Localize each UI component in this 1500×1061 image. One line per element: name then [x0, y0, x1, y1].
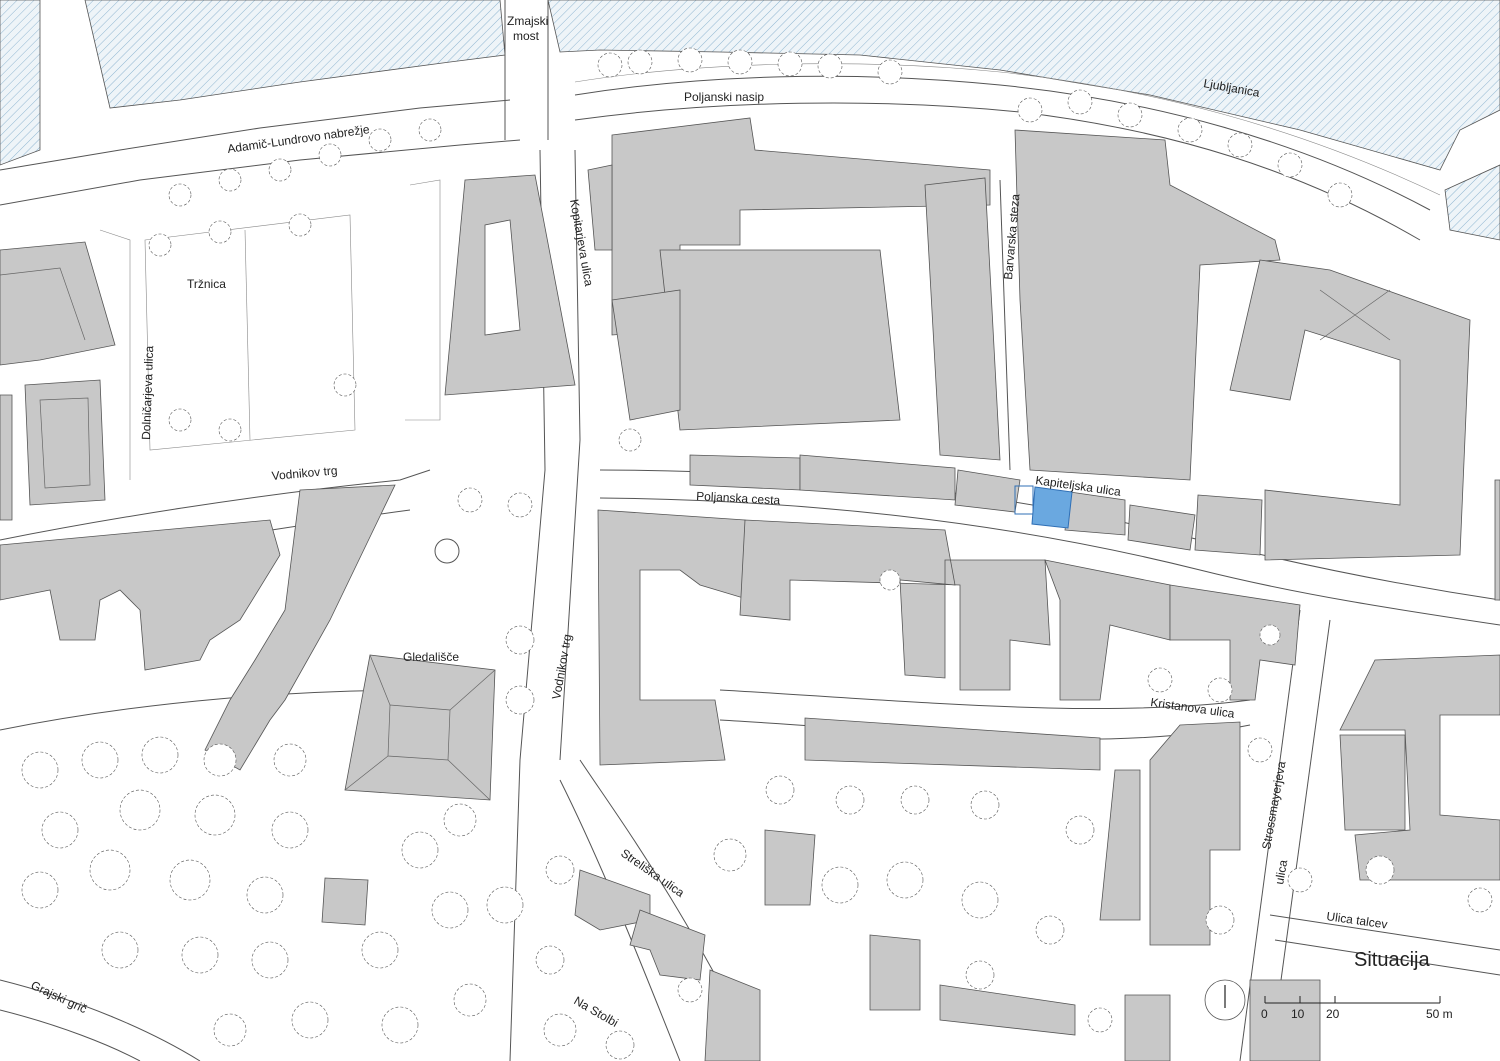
label-na-stolbi: Na Stolbi — [572, 993, 621, 1029]
buildings — [0, 117, 1500, 1061]
scale-tick-20: 20 — [1326, 1007, 1340, 1021]
label-vodnikov-trg-2: Vodnikov trg — [549, 633, 574, 700]
label-gledalisce: Gledališče — [403, 650, 459, 664]
map-title: Situacija — [1354, 949, 1430, 971]
north-arrow-icon — [1204, 979, 1246, 1021]
fountain — [434, 538, 460, 564]
label-zmajski: Zmajski — [507, 14, 548, 28]
scale-tick-0: 0 — [1261, 1007, 1268, 1021]
label-poljanski-nasip: Poljanski nasip — [684, 90, 764, 104]
label-trznica: Tržnica — [187, 277, 226, 291]
label-ulica: ulica — [1272, 858, 1290, 885]
label-poljanska: Poljanska cesta — [696, 489, 781, 507]
scale-tick-50: 50 m — [1426, 1007, 1453, 1021]
scale-tick-10: 10 — [1291, 1007, 1305, 1021]
label-most: most — [513, 29, 540, 43]
site-plan-map: Zmajski most Poljanski nasip Ljubljanica… — [0, 0, 1500, 1061]
label-grajski-gric: Grajski grič — [29, 978, 89, 1016]
project-site-highlight — [1014, 485, 1073, 529]
label-strossmayerjeva: Strossmayerjeva — [1259, 760, 1288, 851]
label-adamic: Adamič-Lundrovo nabrežje — [226, 122, 370, 156]
label-vodnikov-trg-1: Vodnikov trg — [271, 463, 338, 483]
label-dolnicarjeva: Dolničarjeva ulica — [139, 345, 156, 440]
